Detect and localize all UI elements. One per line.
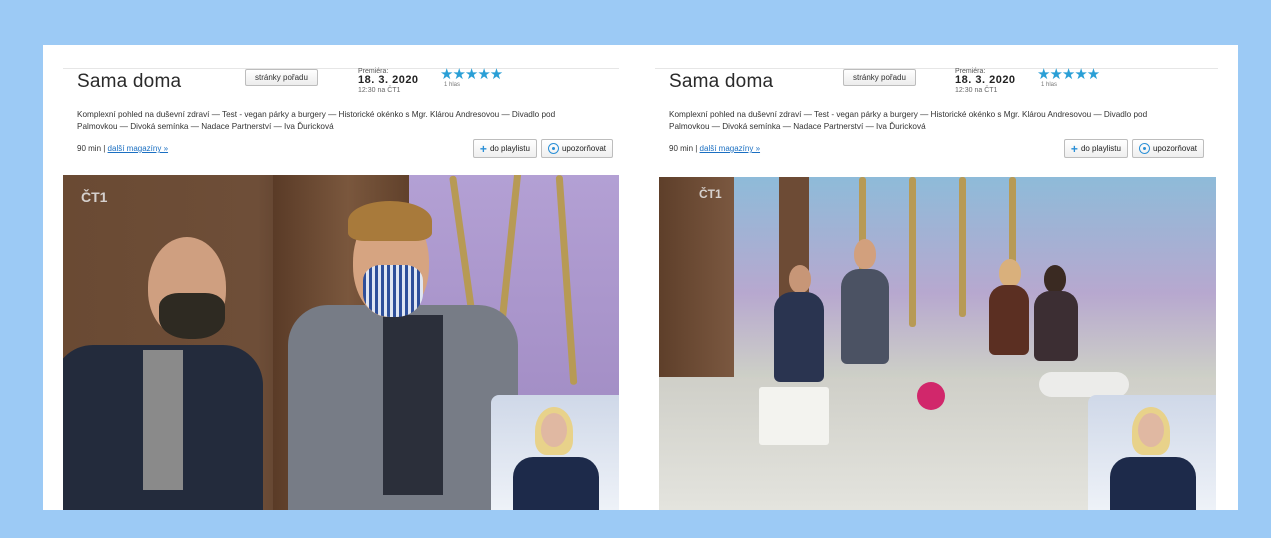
show-title: Sama doma <box>77 71 182 92</box>
video-player[interactable]: ČT1 <box>659 177 1216 510</box>
notify-button[interactable]: upozorňovat <box>540 139 613 158</box>
playlist-label: do playlistu <box>489 144 530 153</box>
duration-row: 90 min | další magazíny » <box>77 144 169 153</box>
duration-row: 90 min | další magazíny » <box>669 144 761 153</box>
premiere-info: Premiéra: 18. 3. 2020 12:30 na ČT1 <box>955 68 1016 94</box>
show-pages-button[interactable]: stránky pořadu <box>245 69 318 86</box>
guest-shirt <box>383 315 443 495</box>
notify-button[interactable]: upozorňovat <box>1131 139 1204 158</box>
guest-body <box>774 292 824 382</box>
interpreter-head <box>1138 413 1164 447</box>
guest-head <box>789 265 811 293</box>
bamboo-stalk <box>959 177 966 317</box>
flower-vase <box>917 382 945 410</box>
interpreter-head <box>541 413 567 447</box>
host-head <box>999 259 1021 287</box>
more-magazines-link[interactable]: další magazíny » <box>108 144 168 153</box>
star-icon[interactable]: ★★★★★ <box>1037 67 1100 82</box>
bamboo-stalk <box>909 177 916 327</box>
rating[interactable]: ★★★★★ 1 hlas <box>440 67 503 88</box>
notify-label: upozorňovat <box>1152 144 1197 153</box>
premiere-info: Premiéra: 18. 3. 2020 12:30 na ČT1 <box>358 68 419 94</box>
duration: 90 min <box>669 144 694 153</box>
playlist-label: do playlistu <box>1080 144 1121 153</box>
studio-seat <box>759 387 829 445</box>
channel-logo: ČT1 <box>81 189 108 205</box>
host-head <box>1044 265 1066 293</box>
divider <box>63 68 619 69</box>
plus-icon: + <box>1070 141 1078 156</box>
program-header: Sama doma stránky pořadu Premiéra: 18. 3… <box>63 45 619 175</box>
studio-chair <box>1039 372 1129 397</box>
sign-language-interpreter <box>1088 395 1216 510</box>
face-mask <box>363 265 423 317</box>
show-title: Sama doma <box>669 71 774 92</box>
player-panel-zoomed: Sama doma stránky pořadu Premiéra: 18. 3… <box>63 45 619 510</box>
interpreter-body <box>513 457 599 510</box>
guest-head <box>854 239 876 269</box>
video-player[interactable]: ČT1 <box>63 175 619 510</box>
duration: 90 min <box>77 144 102 153</box>
episode-description: Komplexní pohled na duševní zdraví — Tes… <box>669 110 1148 131</box>
divider <box>655 68 1218 69</box>
program-header: Sama doma stránky pořadu Premiéra: 18. 3… <box>655 45 1218 175</box>
screenshot-frame: Sama doma stránky pořadu Premiéra: 18. 3… <box>43 45 1238 510</box>
premiere-date: 18. 3. 2020 <box>955 74 1016 87</box>
action-buttons: + do playlistu upozorňovat <box>1063 139 1204 158</box>
add-to-playlist-button[interactable]: + do playlistu <box>472 139 537 158</box>
sign-language-interpreter <box>491 395 619 510</box>
channel-logo: ČT1 <box>699 187 722 201</box>
notify-icon <box>547 143 559 154</box>
face-mask <box>159 293 225 339</box>
host-body <box>989 285 1029 355</box>
plus-icon: + <box>479 141 487 156</box>
premiere-time: 12:30 na ČT1 <box>358 86 401 94</box>
rating[interactable]: ★★★★★ 1 hlas <box>1037 67 1100 88</box>
player-panel-wide: Sama doma stránky pořadu Premiéra: 18. 3… <box>655 45 1218 510</box>
guest-hair <box>348 201 432 241</box>
guest-shirt <box>143 350 183 490</box>
add-to-playlist-button[interactable]: + do playlistu <box>1063 139 1128 158</box>
star-icon[interactable]: ★★★★★ <box>440 67 503 82</box>
notify-icon <box>1138 143 1150 154</box>
notify-label: upozorňovat <box>561 144 606 153</box>
episode-description: Komplexní pohled na duševní zdraví — Tes… <box>77 110 556 131</box>
premiere-date: 18. 3. 2020 <box>358 74 419 87</box>
premiere-time: 12:30 na ČT1 <box>955 86 998 94</box>
guest-body <box>841 269 889 364</box>
action-buttons: + do playlistu upozorňovat <box>472 139 613 158</box>
interpreter-body <box>1110 457 1196 510</box>
host-body <box>1034 291 1078 361</box>
show-pages-button[interactable]: stránky pořadu <box>843 69 916 86</box>
more-magazines-link[interactable]: další magazíny » <box>700 144 760 153</box>
